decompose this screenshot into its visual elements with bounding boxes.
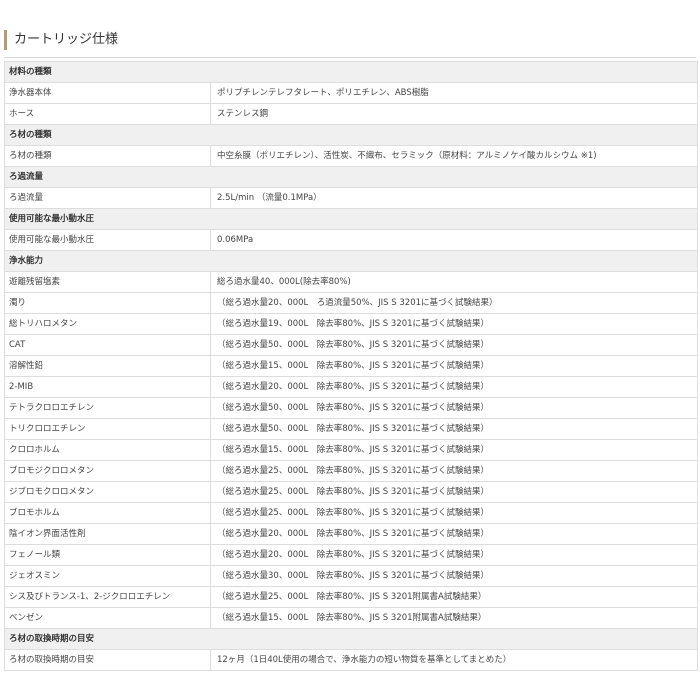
row-label: 総トリハロメタン <box>4 313 211 335</box>
row-value: （総ろ過水量25、000L 除去率80%、JIS S 3201に基づく試験結果） <box>209 460 699 482</box>
row-label: フェノール類 <box>4 544 211 566</box>
table-row: 浄水器本体 ポリプチレンテレフタレート、ポリエチレン、ABS樹脂 <box>4 82 699 104</box>
section-header-row: ろ過流量 <box>3 166 699 188</box>
table-row: 濁り （総ろ過水量20、000L ろ過流量50%、JIS S 3201に基づく試験… <box>4 292 699 314</box>
row-value: （総ろ過水量25、000L 除去率80%、JIS S 3201附属書A試験結果） <box>209 586 699 608</box>
row-value: 中空糸膜（ポリエチレン）、活性炭、不織布、セラミック（原材料：アルミノケイ酸カル… <box>209 145 699 167</box>
spec-page: カートリッジ仕様 材料の種類 浄水器本体 ポリプチレンテレフタレート、ポリエチレン、… <box>0 0 700 700</box>
row-label: 陰イオン界面活性剤 <box>4 523 211 545</box>
row-value: ステンレス鋼 <box>209 103 699 125</box>
section-label: ろ材の種類 <box>3 124 699 146</box>
row-label: 浄水器本体 <box>4 82 211 104</box>
table-row: ろ材の取換時期の目安 12ヶ月（1日40L使用の場合で、浄水能力の短い物質を基準と… <box>4 649 699 671</box>
row-value: （総ろ過水量30、000L 除去率80%、JIS S 3201に基づく試験結果） <box>209 565 699 587</box>
row-label: ブロモジクロロメタン <box>4 460 211 482</box>
row-value: （総ろ過水量20、000L 除去率80%、JIS S 3201に基づく試験結果） <box>209 544 699 566</box>
table-row: CAT （総ろ過水量50、000L 除去率80%、JIS S 3201に基づく試験… <box>4 334 699 356</box>
row-value: （総ろ過水量25、000L 除去率80%、JIS S 3201に基づく試験結果） <box>209 502 699 524</box>
section-header-row: 浄水能力 <box>3 250 699 272</box>
row-label: 2-MIB <box>4 376 211 398</box>
row-label: ろ過流量 <box>4 187 211 209</box>
table-row: 溶解性鉛 （総ろ過水量15、000L 除去率80%、JIS S 3201に基づく試… <box>4 355 699 377</box>
row-label: ジブロモクロロメタン <box>4 481 211 503</box>
row-label: シス及びトランス-1、2-ジクロロエチレン <box>4 586 211 608</box>
table-row: ジェオスミン （総ろ過水量30、000L 除去率80%、JIS S 3201に基づ… <box>4 565 699 587</box>
section-label: ろ材の取換時期の目安 <box>3 628 699 650</box>
row-label: テトラクロロエチレン <box>4 397 211 419</box>
section-header-row: 使用可能な最小動水圧 <box>3 208 699 230</box>
row-value: （総ろ過水量19、000L 除去率80%、JIS S 3201に基づく試験結果） <box>209 313 699 335</box>
row-value: （総ろ過水量50、000L 除去率80%、JIS S 3201に基づく試験結果） <box>209 334 699 356</box>
row-label: ジェオスミン <box>4 565 211 587</box>
table-row: 2-MIB （総ろ過水量20、000L 除去率80%、JIS S 3201に基づく… <box>4 376 699 398</box>
section-label: 使用可能な最小動水圧 <box>3 208 699 230</box>
row-label: ろ材の種類 <box>4 145 211 167</box>
table-row: ホース ステンレス鋼 <box>4 103 699 125</box>
row-value: （総ろ過水量15、000L 除去率80%、JIS S 3201に基づく試験結果） <box>209 355 699 377</box>
spec-table: 材料の種類 浄水器本体 ポリプチレンテレフタレート、ポリエチレン、ABS樹脂 ホースス… <box>3 61 699 671</box>
row-value: （総ろ過水量20、000L 除去率80%、JIS S 3201に基づく試験結果） <box>209 376 699 398</box>
row-value: （総ろ過水量20、000L ろ過流量50%、JIS S 3201に基づく試験結果… <box>209 292 699 314</box>
section-header-row: 材料の種類 <box>3 61 699 83</box>
row-label: 遊離残留塩素 <box>4 271 211 293</box>
section-header-row: ろ材の取換時期の目安 <box>3 628 699 650</box>
table-row: 陰イオン界面活性剤 （総ろ過水量20、000L 除去率80%、JIS S 3201… <box>4 523 699 545</box>
row-value: （総ろ過水量20、000L 除去率80%、JIS S 3201に基づく試験結果） <box>209 523 699 545</box>
row-label: CAT <box>4 334 211 356</box>
table-row: テトラクロロエチレン （総ろ過水量50、000L 除去率80%、JIS S 320… <box>4 397 699 419</box>
section-label: ろ過流量 <box>3 166 699 188</box>
table-row: トリクロロエチレン （総ろ過水量50、000L 除去率80%、JIS S 3201… <box>4 418 699 440</box>
table-row: 総トリハロメタン （総ろ過水量19、000L 除去率80%、JIS S 3201に… <box>4 313 699 335</box>
row-value: 2.5L/min （流量0.1MPa） <box>209 187 699 209</box>
row-value: （総ろ過水量15、000L 除去率80%、JIS S 3201附属書A試験結果） <box>209 607 699 629</box>
row-value: 0.06MPa <box>209 229 699 251</box>
table-row: 使用可能な最小動水圧 0.06MPa <box>4 229 699 251</box>
table-row: フェノール類 （総ろ過水量20、000L 除去率80%、JIS S 3201に基づ… <box>4 544 699 566</box>
row-label: クロロホルム <box>4 439 211 461</box>
table-row: ブロモジクロロメタン （総ろ過水量25、000L 除去率80%、JIS S 320… <box>4 460 699 482</box>
row-label: ブロモホルム <box>4 502 211 524</box>
table-row: ブロモホルム （総ろ過水量25、000L 除去率80%、JIS S 3201に基づ… <box>4 502 699 524</box>
table-row: ろ過流量 2.5L/min （流量0.1MPa） <box>4 187 699 209</box>
spec-table-body: 材料の種類 浄水器本体 ポリプチレンテレフタレート、ポリエチレン、ABS樹脂 ホースス… <box>3 61 699 671</box>
table-row: 遊離残留塩素 総ろ過水量40、000L(除去率80%) <box>4 271 699 293</box>
row-value: ポリプチレンテレフタレート、ポリエチレン、ABS樹脂 <box>209 82 699 104</box>
row-label: 溶解性鉛 <box>4 355 211 377</box>
section-header-row: ろ材の種類 <box>3 124 699 146</box>
row-label: ベンゼン <box>4 607 211 629</box>
row-label: ろ材の取換時期の目安 <box>4 649 211 671</box>
row-label: トリクロロエチレン <box>4 418 211 440</box>
table-row: ジブロモクロロメタン （総ろ過水量25、000L 除去率80%、JIS S 320… <box>4 481 699 503</box>
table-row: シス及びトランス-1、2-ジクロロエチレン （総ろ過水量25、000L 除去率80… <box>4 586 699 608</box>
table-row: ろ材の種類 中空糸膜（ポリエチレン）、活性炭、不織布、セラミック（原材料：アルミノ… <box>4 145 699 167</box>
row-value: 総ろ過水量40、000L(除去率80%) <box>209 271 699 293</box>
section-label: 浄水能力 <box>3 250 699 272</box>
section-label: 材料の種類 <box>3 61 699 83</box>
row-label: 濁り <box>4 292 211 314</box>
page-title: カートリッジ仕様 <box>4 30 118 50</box>
row-value: （総ろ過水量50、000L 除去率80%、JIS S 3201に基づく試験結果） <box>209 397 699 419</box>
row-value: 12ヶ月（1日40L使用の場合で、浄水能力の短い物質を基準としてまとめた） <box>209 649 699 671</box>
row-label: ホース <box>4 103 211 125</box>
title-divider <box>4 57 696 58</box>
table-row: クロロホルム （総ろ過水量15、000L 除去率80%、JIS S 3201に基づ… <box>4 439 699 461</box>
row-label: 使用可能な最小動水圧 <box>4 229 211 251</box>
row-value: （総ろ過水量15、000L 除去率80%、JIS S 3201に基づく試験結果） <box>209 439 699 461</box>
table-row: ベンゼン （総ろ過水量15、000L 除去率80%、JIS S 3201附属書A試… <box>4 607 699 629</box>
row-value: （総ろ過水量50、000L 除去率80%、JIS S 3201に基づく試験結果） <box>209 418 699 440</box>
row-value: （総ろ過水量25、000L 除去率80%、JIS S 3201に基づく試験結果） <box>209 481 699 503</box>
